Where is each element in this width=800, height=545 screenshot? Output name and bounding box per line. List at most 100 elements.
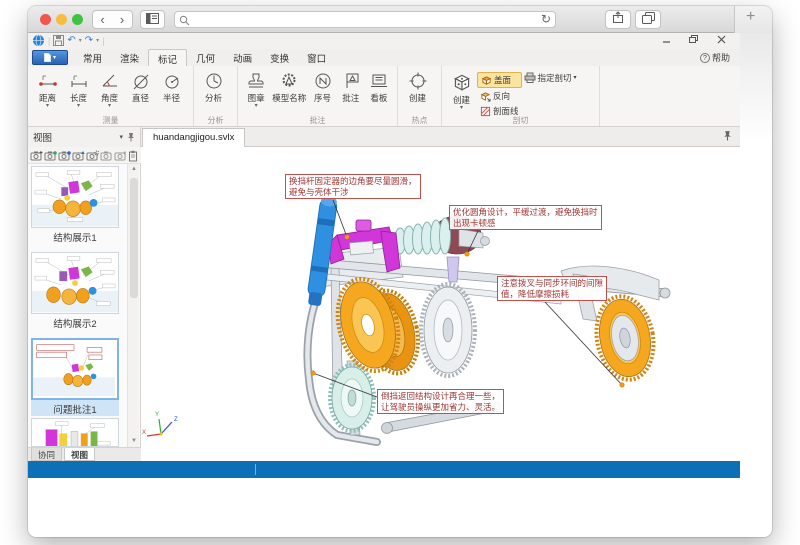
file-menu-button[interactable]: ▾	[32, 50, 68, 65]
thumbnail-image	[32, 253, 118, 313]
undo-button[interactable]: ↶	[67, 35, 75, 46]
annotation-note-1[interactable]: 换挡杆固定器的边角要尽量圆滑， 避免与壳体干涉	[285, 174, 421, 199]
view-thumbnail-1[interactable]: 结构展示1	[31, 166, 119, 244]
status-bar	[28, 461, 740, 478]
panel-pin-button[interactable]	[127, 132, 135, 142]
scrollbar-thumb[interactable]	[130, 178, 138, 298]
browser-chrome: ‹ › ↻ +	[28, 6, 772, 33]
minimize-button[interactable]	[662, 34, 671, 45]
app-logo-icon[interactable]	[32, 34, 45, 47]
clipboard-button[interactable]	[128, 149, 138, 161]
help-icon: ?	[700, 53, 710, 63]
page-background	[740, 33, 772, 143]
camera-delete-button[interactable]	[100, 149, 113, 161]
tab-changyong[interactable]: 常用	[74, 49, 111, 66]
cover-face-button[interactable]: 盖面	[477, 72, 522, 88]
status-divider	[255, 464, 256, 475]
ribbon: 距离▾ 长度▾ 角度▾ 直径 半径 测量 分析	[28, 66, 740, 127]
distance-button[interactable]: 距离▾	[32, 69, 63, 109]
serial-number-icon	[313, 71, 333, 91]
help-button[interactable]: ? 帮助	[700, 51, 730, 64]
close-traffic-light[interactable]	[40, 14, 51, 25]
scroll-down-arrow[interactable]: ▼	[128, 436, 140, 447]
file-icon	[44, 53, 51, 62]
search-input[interactable]	[193, 12, 533, 27]
panel-scrollbar[interactable]: ▲ ▼	[127, 164, 139, 447]
sidebar-toggle-button[interactable]	[140, 10, 165, 29]
stamp-button[interactable]: 图章▾	[242, 69, 270, 109]
hotspot-create-button[interactable]: 创建	[402, 69, 433, 104]
share-button[interactable]	[605, 10, 631, 29]
close-button[interactable]	[717, 34, 726, 45]
assign-section-button[interactable]: 指定剖切 ▾	[522, 69, 579, 84]
group-section: 创建▾ 盖面 反向 剖面线 指定剖切 ▾	[442, 66, 600, 126]
model-name-button[interactable]: 模型名称	[270, 69, 308, 104]
address-bar[interactable]: ↻	[174, 11, 556, 28]
back-button[interactable]: ‹	[92, 10, 113, 29]
annotate-button[interactable]: 批注	[337, 69, 365, 104]
tab-collaboration[interactable]: 协同	[31, 448, 62, 461]
model-viewport[interactable]: X Y Z 换挡杆固定器的边角要尽量圆滑， 避免与壳体干涉 优化圆角设计，平缓过…	[141, 147, 740, 461]
tabs-icon	[642, 12, 655, 24]
svg-text:X: X	[142, 430, 146, 436]
model-name-icon	[279, 71, 299, 91]
tabbar-pin-button[interactable]	[723, 130, 732, 141]
restore-button[interactable]	[689, 34, 699, 45]
radius-button[interactable]: 半径	[156, 69, 187, 104]
camera-export-button[interactable]	[114, 149, 127, 161]
new-tab-zone: +	[734, 6, 772, 33]
sidebar-icon	[146, 13, 159, 24]
scroll-up-arrow[interactable]: ▲	[128, 164, 140, 175]
minimize-traffic-light[interactable]	[56, 14, 67, 25]
angle-button[interactable]: 角度▾	[94, 69, 125, 109]
camera-update-button[interactable]	[44, 149, 57, 161]
thumbnail-label: 结构展示1	[31, 228, 119, 244]
zoom-traffic-light[interactable]	[72, 14, 83, 25]
distance-icon	[38, 71, 58, 91]
forward-button[interactable]: ›	[112, 10, 133, 29]
reverse-button[interactable]: 反向	[477, 89, 522, 103]
new-tab-button[interactable]: +	[746, 8, 755, 26]
camera-new-view-button[interactable]	[30, 149, 43, 161]
document-tab[interactable]: huandangjigou.svlx	[142, 128, 245, 147]
tab-bianhuan[interactable]: 变换	[261, 49, 298, 66]
analysis-button[interactable]: 分析	[198, 69, 229, 104]
tab-biaoji[interactable]: 标记	[148, 49, 187, 66]
tab-view[interactable]: 视图	[64, 448, 95, 461]
diameter-button[interactable]: 直径	[125, 69, 156, 104]
camera-up-button[interactable]	[72, 149, 85, 161]
tab-jihe[interactable]: 几何	[187, 49, 224, 66]
reload-button[interactable]: ↻	[541, 12, 551, 26]
annotation-note-2[interactable]: 优化圆角设计，平缓过渡，避免换挡时 出现卡顿感	[449, 205, 602, 230]
tab-overview-button[interactable]	[635, 10, 661, 29]
ribbon-tab-row: ▾ 常用 渲染 标记 几何 动画 变换 窗口 ? 帮助	[28, 49, 740, 66]
reverse-icon	[480, 91, 491, 102]
radius-icon	[162, 71, 182, 91]
tab-xuanran[interactable]: 渲染	[111, 49, 148, 66]
view-thumbnail-2[interactable]: 结构展示2	[31, 252, 119, 330]
view-thumbnail-3-selected[interactable]: 问题批注1	[31, 338, 119, 416]
svg-text:Y: Y	[155, 412, 159, 418]
annotation-note-3[interactable]: 注意拨叉与同步环间的间隙 值，降低摩擦损耗	[497, 276, 607, 301]
view-thumbnail-4[interactable]	[31, 418, 119, 447]
camera-settings-button[interactable]	[86, 149, 99, 161]
group-measure: 距离▾ 长度▾ 角度▾ 直径 半径 测量	[28, 66, 194, 126]
stamp-icon	[246, 71, 266, 91]
annotate-icon	[341, 71, 361, 91]
section-create-button[interactable]: 创建▾	[446, 69, 477, 111]
thumbnail-image	[32, 419, 118, 447]
browser-window: ‹ › ↻ + | ↶ ▾ ↷ ▾ |	[28, 6, 772, 537]
share-icon	[612, 11, 624, 24]
serial-number-button[interactable]: 序号	[308, 69, 336, 104]
camera-apply-button[interactable]	[58, 149, 71, 161]
tab-donghua[interactable]: 动画	[224, 49, 261, 66]
length-button[interactable]: 长度▾	[63, 69, 94, 109]
panel-dropdown-button[interactable]: ▾	[119, 133, 123, 141]
tab-chuangkou[interactable]: 窗口	[298, 49, 335, 66]
annotation-note-4[interactable]: 倒挡返回结构设计再合理一些， 让驾驶员操纵更加省力、灵活。	[377, 389, 504, 414]
view-panel-header: 视图 ▾	[28, 127, 141, 147]
section-cube-icon	[451, 71, 473, 93]
redo-button[interactable]: ↷	[85, 35, 93, 46]
save-icon[interactable]	[53, 35, 64, 46]
board-button[interactable]: 看板	[365, 69, 393, 104]
